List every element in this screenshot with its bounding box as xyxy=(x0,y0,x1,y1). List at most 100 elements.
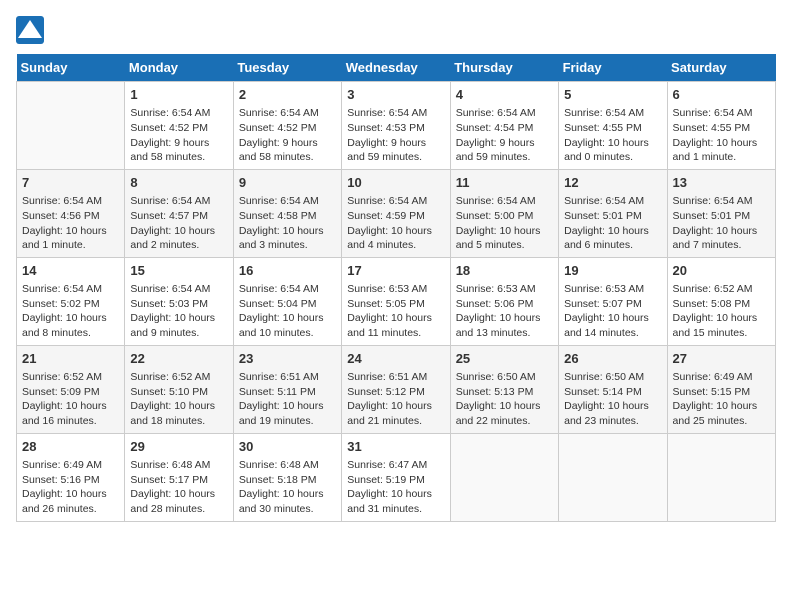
day-number: 10 xyxy=(347,174,444,192)
day-info-line: Sunset: 5:19 PM xyxy=(347,473,444,488)
calendar-cell: 17Sunrise: 6:53 AMSunset: 5:05 PMDayligh… xyxy=(342,257,450,345)
day-number: 19 xyxy=(564,262,661,280)
day-info-line: Daylight: 9 hours xyxy=(347,136,444,151)
day-info-line: and 59 minutes. xyxy=(347,150,444,165)
day-info-line: and 22 minutes. xyxy=(456,414,553,429)
day-info-line: Sunrise: 6:54 AM xyxy=(130,106,227,121)
day-info-line: and 25 minutes. xyxy=(673,414,770,429)
day-number: 26 xyxy=(564,350,661,368)
calendar-cell xyxy=(17,82,125,170)
calendar-cell: 31Sunrise: 6:47 AMSunset: 5:19 PMDayligh… xyxy=(342,433,450,521)
day-info-line: and 5 minutes. xyxy=(456,238,553,253)
day-info-line: Sunrise: 6:54 AM xyxy=(22,194,119,209)
calendar-cell xyxy=(559,433,667,521)
day-info-line: Daylight: 10 hours xyxy=(673,224,770,239)
calendar-cell: 6Sunrise: 6:54 AMSunset: 4:55 PMDaylight… xyxy=(667,82,775,170)
day-info-line: Sunset: 5:11 PM xyxy=(239,385,336,400)
day-info-line: Sunset: 4:55 PM xyxy=(673,121,770,136)
day-info-line: Sunrise: 6:54 AM xyxy=(564,106,661,121)
calendar-cell: 30Sunrise: 6:48 AMSunset: 5:18 PMDayligh… xyxy=(233,433,341,521)
day-info-line: Sunset: 5:01 PM xyxy=(564,209,661,224)
calendar-cell: 13Sunrise: 6:54 AMSunset: 5:01 PMDayligh… xyxy=(667,169,775,257)
day-number: 24 xyxy=(347,350,444,368)
day-info-line: Sunrise: 6:54 AM xyxy=(239,282,336,297)
day-info-line: and 21 minutes. xyxy=(347,414,444,429)
day-info-line: Sunset: 5:12 PM xyxy=(347,385,444,400)
day-number: 23 xyxy=(239,350,336,368)
day-info-line: Daylight: 10 hours xyxy=(347,224,444,239)
day-number: 11 xyxy=(456,174,553,192)
day-number: 22 xyxy=(130,350,227,368)
day-info-line: and 30 minutes. xyxy=(239,502,336,517)
day-info-line: and 59 minutes. xyxy=(456,150,553,165)
day-number: 17 xyxy=(347,262,444,280)
day-info-line: Sunset: 5:14 PM xyxy=(564,385,661,400)
calendar-cell: 16Sunrise: 6:54 AMSunset: 5:04 PMDayligh… xyxy=(233,257,341,345)
day-info-line: and 28 minutes. xyxy=(130,502,227,517)
day-info-line: Sunrise: 6:51 AM xyxy=(347,370,444,385)
day-number: 31 xyxy=(347,438,444,456)
day-info-line: and 8 minutes. xyxy=(22,326,119,341)
day-info-line: and 31 minutes. xyxy=(347,502,444,517)
day-info-line: Daylight: 10 hours xyxy=(456,224,553,239)
day-info-line: and 18 minutes. xyxy=(130,414,227,429)
day-info-line: Sunrise: 6:52 AM xyxy=(673,282,770,297)
day-info-line: and 23 minutes. xyxy=(564,414,661,429)
day-info-line: and 58 minutes. xyxy=(239,150,336,165)
calendar-cell: 5Sunrise: 6:54 AMSunset: 4:55 PMDaylight… xyxy=(559,82,667,170)
day-info-line: Sunrise: 6:50 AM xyxy=(456,370,553,385)
calendar-cell: 27Sunrise: 6:49 AMSunset: 5:15 PMDayligh… xyxy=(667,345,775,433)
weekday-header: Thursday xyxy=(450,54,558,82)
day-info-line: and 4 minutes. xyxy=(347,238,444,253)
day-info-line: Sunrise: 6:54 AM xyxy=(673,106,770,121)
calendar-cell: 10Sunrise: 6:54 AMSunset: 4:59 PMDayligh… xyxy=(342,169,450,257)
calendar-table: SundayMondayTuesdayWednesdayThursdayFrid… xyxy=(16,54,776,522)
day-info-line: Sunrise: 6:52 AM xyxy=(22,370,119,385)
day-info-line: Daylight: 10 hours xyxy=(22,399,119,414)
day-info-line: Sunrise: 6:49 AM xyxy=(22,458,119,473)
day-info-line: and 1 minute. xyxy=(673,150,770,165)
day-info-line: Daylight: 9 hours xyxy=(456,136,553,151)
day-number: 2 xyxy=(239,86,336,104)
day-info-line: Daylight: 10 hours xyxy=(347,311,444,326)
day-info-line: Sunrise: 6:51 AM xyxy=(239,370,336,385)
day-info-line: and 15 minutes. xyxy=(673,326,770,341)
day-number: 29 xyxy=(130,438,227,456)
day-info-line: Daylight: 10 hours xyxy=(22,224,119,239)
day-info-line: Sunrise: 6:54 AM xyxy=(456,106,553,121)
day-info-line: Sunset: 5:18 PM xyxy=(239,473,336,488)
day-info-line: Daylight: 10 hours xyxy=(564,311,661,326)
calendar-cell: 24Sunrise: 6:51 AMSunset: 5:12 PMDayligh… xyxy=(342,345,450,433)
calendar-cell: 21Sunrise: 6:52 AMSunset: 5:09 PMDayligh… xyxy=(17,345,125,433)
day-info-line: Daylight: 9 hours xyxy=(239,136,336,151)
day-info-line: Sunrise: 6:48 AM xyxy=(239,458,336,473)
day-info-line: Sunrise: 6:54 AM xyxy=(130,194,227,209)
calendar-cell: 8 Sunrise: 6:54 AMSunset: 4:57 PMDaylight… xyxy=(125,169,233,257)
day-info-line: and 9 minutes. xyxy=(130,326,227,341)
weekday-header: Friday xyxy=(559,54,667,82)
day-info-line: and 7 minutes. xyxy=(673,238,770,253)
calendar-cell: 11Sunrise: 6:54 AMSunset: 5:00 PMDayligh… xyxy=(450,169,558,257)
day-info-line: Sunset: 5:10 PM xyxy=(130,385,227,400)
day-number: 8 xyxy=(130,174,227,192)
day-info-line: Daylight: 10 hours xyxy=(564,224,661,239)
day-info-line: Sunset: 4:54 PM xyxy=(456,121,553,136)
day-info-line: Daylight: 10 hours xyxy=(239,311,336,326)
day-info-line: and 16 minutes. xyxy=(22,414,119,429)
day-info-line: Daylight: 10 hours xyxy=(130,224,227,239)
calendar-week-row: 1Sunrise: 6:54 AMSunset: 4:52 PMDaylight… xyxy=(17,82,776,170)
day-info-line: Sunset: 4:53 PM xyxy=(347,121,444,136)
day-info-line: Sunrise: 6:53 AM xyxy=(564,282,661,297)
day-info-line: Sunset: 5:08 PM xyxy=(673,297,770,312)
day-info-line: Daylight: 10 hours xyxy=(239,399,336,414)
day-info-line: Sunset: 5:15 PM xyxy=(673,385,770,400)
calendar-cell: 3Sunrise: 6:54 AMSunset: 4:53 PMDaylight… xyxy=(342,82,450,170)
weekday-header: Monday xyxy=(125,54,233,82)
day-info-line: Daylight: 10 hours xyxy=(22,311,119,326)
day-info-line: Sunset: 4:57 PM xyxy=(130,209,227,224)
weekday-header: Tuesday xyxy=(233,54,341,82)
calendar-cell: 28Sunrise: 6:49 AMSunset: 5:16 PMDayligh… xyxy=(17,433,125,521)
day-info-line: Sunrise: 6:54 AM xyxy=(456,194,553,209)
day-info-line: Sunrise: 6:48 AM xyxy=(130,458,227,473)
day-info-line: and 1 minute. xyxy=(22,238,119,253)
